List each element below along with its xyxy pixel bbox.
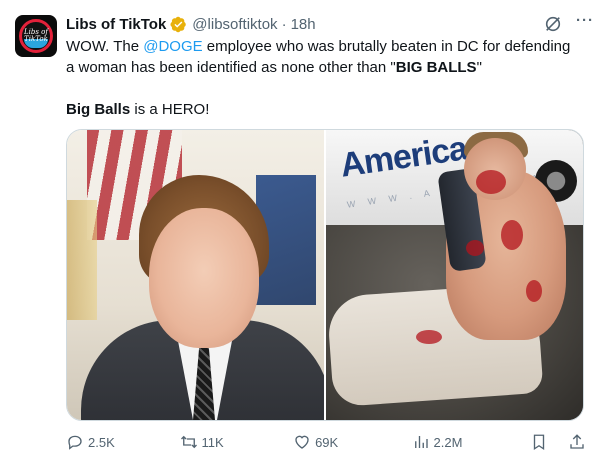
tweet-header: Libs of TikTok @libsoftiktok · 18h ··· (66, 13, 594, 34)
photo-right[interactable]: America W W W . A M E R I C A (326, 130, 583, 420)
timestamp[interactable]: 18h (291, 16, 316, 33)
media-grid: America W W W . A M E R I C A (66, 129, 584, 421)
tweet-text: WOW. The @DOGE employee who was brutally… (66, 36, 586, 120)
photo-left[interactable] (67, 130, 324, 420)
more-icon[interactable]: ··· (576, 13, 594, 32)
reply-button[interactable]: 2.5K (66, 433, 180, 451)
verified-badge-icon (170, 16, 187, 32)
tweet-line-3: Big Balls is a HERO! (66, 101, 210, 118)
tweet[interactable]: Libs of TikTok Libs of TikTok @libsoftik… (0, 0, 606, 467)
bookmark-icon[interactable] (530, 433, 548, 451)
share-icon[interactable] (568, 433, 586, 451)
tweet-line-2: a woman has been identified as none othe… (66, 59, 482, 76)
view-count: 2.2M (433, 434, 463, 450)
views-button[interactable]: 2.2M (412, 433, 530, 451)
like-button[interactable]: 69K (293, 433, 411, 451)
like-count: 69K (315, 434, 339, 450)
avatar-logo: Libs of TikTok (19, 19, 53, 53)
retweet-icon (180, 435, 197, 449)
heart-icon (295, 435, 309, 449)
action-bar: 2.5K 11K 69K 2.2M (66, 431, 586, 453)
handle[interactable]: @libsoftiktok (192, 16, 277, 33)
retweet-button[interactable]: 11K (180, 433, 294, 451)
avatar[interactable]: Libs of TikTok (15, 15, 57, 57)
reply-count: 2.5K (88, 434, 115, 450)
tweet-line-1: WOW. The @DOGE employee who was brutally… (66, 38, 571, 55)
mention-link[interactable]: @DOGE (143, 38, 202, 55)
reply-icon (68, 435, 82, 450)
views-icon (414, 436, 428, 448)
grok-icon[interactable] (544, 15, 562, 33)
separator: · (281, 15, 287, 33)
avatar-logo-text: Libs of TikTok (24, 28, 48, 43)
retweet-count: 11K (201, 434, 224, 450)
display-name[interactable]: Libs of TikTok (66, 16, 166, 33)
